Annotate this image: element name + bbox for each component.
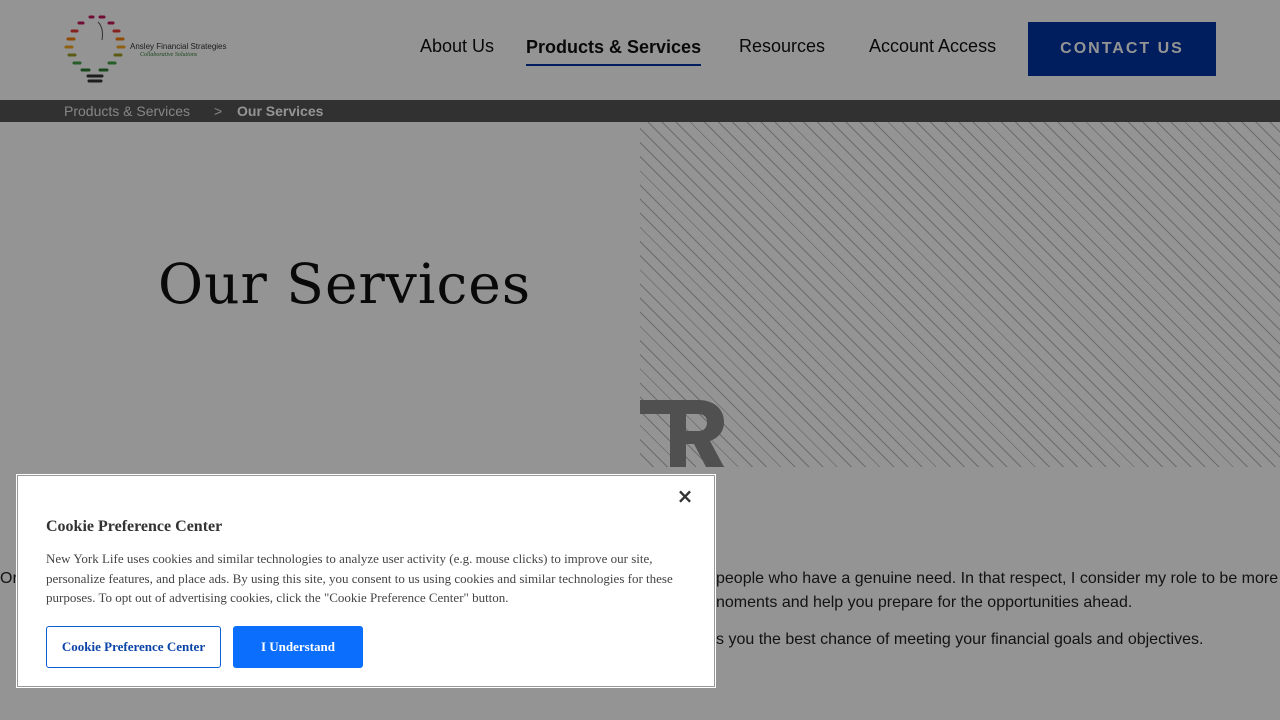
i-understand-button[interactable]: I Understand [233, 626, 363, 668]
cookie-dialog-body: New York Life uses cookies and similar t… [46, 551, 673, 606]
cookie-dialog-title: Cookie Preference Center [46, 518, 223, 535]
cookie-dialog: × Cookie Preference Center New York Life… [16, 474, 716, 688]
close-icon[interactable]: × [675, 486, 695, 506]
cookie-preference-center-button[interactable]: Cookie Preference Center [46, 626, 221, 668]
